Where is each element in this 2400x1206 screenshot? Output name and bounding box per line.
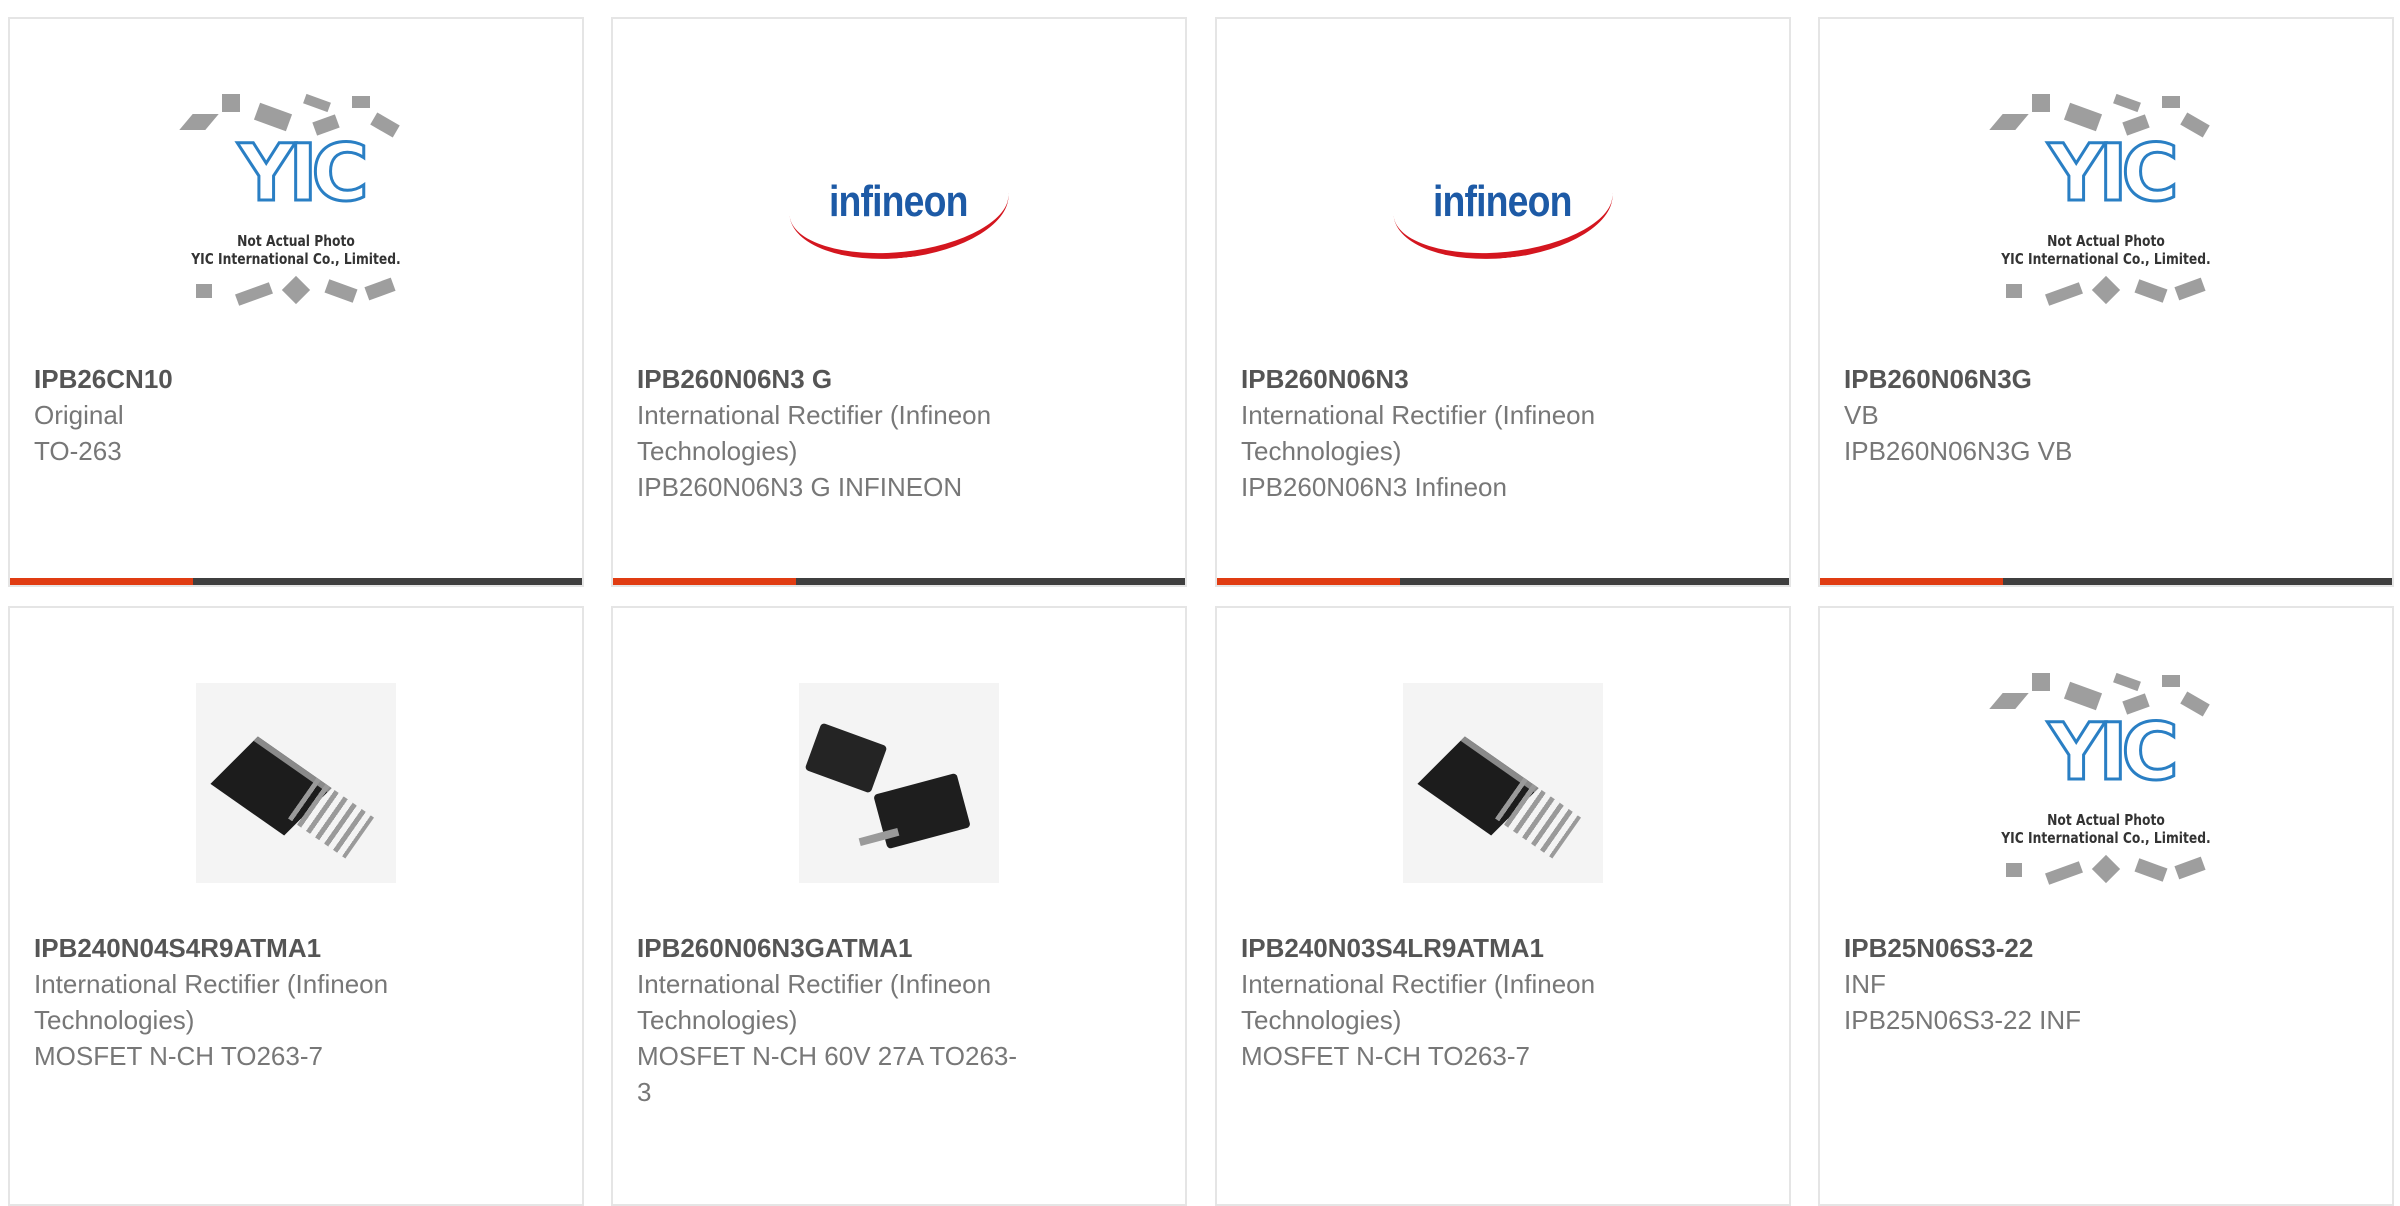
product-manufacturer-cont: Technologies) (637, 436, 798, 466)
product-manufacturer: International Rectifier (Infineon (637, 400, 992, 430)
yic-logo: YIC (2047, 708, 2181, 798)
placeholder-caption: Not Actual Photo (2047, 232, 2165, 250)
product-manufacturer-cont: Technologies) (637, 1005, 798, 1035)
product-card[interactable]: IPB260N06N3GATMA1 International Rectifie… (611, 606, 1187, 1206)
yic-logo: YIC (2047, 129, 2181, 219)
card-bar-accent (613, 578, 796, 585)
product-image[interactable]: YIC Not Actual Photo YIC International C… (1820, 79, 2392, 329)
product-image[interactable]: YIC Not Actual Photo YIC International C… (10, 79, 582, 329)
product-image[interactable]: infineon (1217, 79, 1789, 329)
product-description-cont: 3 (637, 1077, 652, 1107)
product-description: MOSFET N-CH TO263-7 (34, 1041, 323, 1071)
product-info: IPB240N03S4LR9ATMA1 International Rectif… (1241, 930, 1679, 1074)
product-card[interactable]: infineon IPB260N06N3 International Recti… (1215, 17, 1791, 587)
product-info: IPB240N04S4R9ATMA1 International Rectifi… (34, 930, 472, 1074)
product-grid: YIC Not Actual Photo YIC International C… (0, 0, 2400, 1206)
product-image[interactable]: infineon (613, 79, 1185, 329)
product-image[interactable]: YIC Not Actual Photo YIC International C… (1820, 658, 2392, 908)
product-manufacturer-cont: Technologies) (1241, 1005, 1402, 1035)
product-manufacturer: International Rectifier (Infineon (1241, 400, 1596, 430)
product-manufacturer: VB (1844, 400, 1879, 430)
placeholder-caption: Not Actual Photo (237, 232, 355, 250)
product-description: IPB260N06N3 G INFINEON (637, 472, 963, 502)
to263-3-package-photo (799, 683, 999, 883)
product-description: TO-263 (34, 436, 122, 466)
product-manufacturer: International Rectifier (Infineon (1241, 969, 1596, 999)
product-description: MOSFET N-CH 60V 27A TO263- (637, 1041, 1018, 1071)
to263-7-package-photo (1403, 683, 1603, 883)
product-part-number[interactable]: IPB26CN10 (34, 361, 472, 397)
product-manufacturer: International Rectifier (Infineon (34, 969, 389, 999)
placeholder-company: YIC International Co., Limited. (2001, 250, 2211, 268)
to263-7-package-photo (196, 683, 396, 883)
product-part-number[interactable]: IPB240N04S4R9ATMA1 (34, 930, 472, 966)
card-bottom-bar (1820, 578, 2392, 585)
yic-logo: YIC (237, 129, 371, 219)
product-image[interactable] (1217, 658, 1789, 908)
product-part-number[interactable]: IPB260N06N3G (1844, 361, 2282, 397)
product-info: IPB260N06N3GATMA1 International Rectifie… (637, 930, 1075, 1110)
product-card[interactable]: IPB240N04S4R9ATMA1 International Rectifi… (8, 606, 584, 1206)
infineon-logo: infineon (1388, 139, 1618, 269)
product-info: IPB260N06N3G VB IPB260N06N3G VB (1844, 361, 2282, 469)
product-info: IPB25N06S3-22 INF IPB25N06S3-22 INF (1844, 930, 2282, 1038)
product-image[interactable] (613, 658, 1185, 908)
product-card[interactable]: YIC Not Actual Photo YIC International C… (1818, 17, 2394, 587)
product-card[interactable]: IPB240N03S4LR9ATMA1 International Rectif… (1215, 606, 1791, 1206)
product-description: IPB260N06N3 Infineon (1241, 472, 1507, 502)
product-card[interactable]: YIC Not Actual Photo YIC International C… (8, 17, 584, 587)
product-card[interactable]: infineon IPB260N06N3 G International Rec… (611, 17, 1187, 587)
product-description: IPB260N06N3G VB (1844, 436, 2073, 466)
placeholder-company: YIC International Co., Limited. (191, 250, 401, 268)
product-image[interactable] (10, 658, 582, 908)
product-part-number[interactable]: IPB25N06S3-22 (1844, 930, 2282, 966)
product-info: IPB260N06N3 G International Rectifier (I… (637, 361, 1075, 505)
not-actual-photo-placeholder: YIC Not Actual Photo YIC International C… (1966, 663, 2246, 903)
product-description: IPB25N06S3-22 INF (1844, 1005, 2082, 1035)
not-actual-photo-placeholder: YIC Not Actual Photo YIC International C… (156, 84, 436, 324)
card-bottom-bar (1217, 578, 1789, 585)
product-part-number[interactable]: IPB240N03S4LR9ATMA1 (1241, 930, 1679, 966)
product-manufacturer: INF (1844, 969, 1886, 999)
card-bar-accent (10, 578, 193, 585)
product-description: MOSFET N-CH TO263-7 (1241, 1041, 1530, 1071)
card-bar-accent (1217, 578, 1400, 585)
product-part-number[interactable]: IPB260N06N3 (1241, 361, 1679, 397)
placeholder-caption: Not Actual Photo (2047, 811, 2165, 829)
product-manufacturer: International Rectifier (Infineon (637, 969, 992, 999)
product-card[interactable]: YIC Not Actual Photo YIC International C… (1818, 606, 2394, 1206)
card-bottom-bar (10, 578, 582, 585)
card-bottom-bar (613, 578, 1185, 585)
infineon-logo: infineon (784, 139, 1014, 269)
product-manufacturer-cont: Technologies) (1241, 436, 1402, 466)
product-manufacturer: Original (34, 400, 124, 430)
placeholder-company: YIC International Co., Limited. (2001, 829, 2211, 847)
product-part-number[interactable]: IPB260N06N3GATMA1 (637, 930, 1075, 966)
product-info: IPB26CN10 Original TO-263 (34, 361, 472, 469)
product-part-number[interactable]: IPB260N06N3 G (637, 361, 1075, 397)
product-info: IPB260N06N3 International Rectifier (Inf… (1241, 361, 1679, 505)
not-actual-photo-placeholder: YIC Not Actual Photo YIC International C… (1966, 84, 2246, 324)
card-bar-accent (1820, 578, 2003, 585)
product-manufacturer-cont: Technologies) (34, 1005, 195, 1035)
